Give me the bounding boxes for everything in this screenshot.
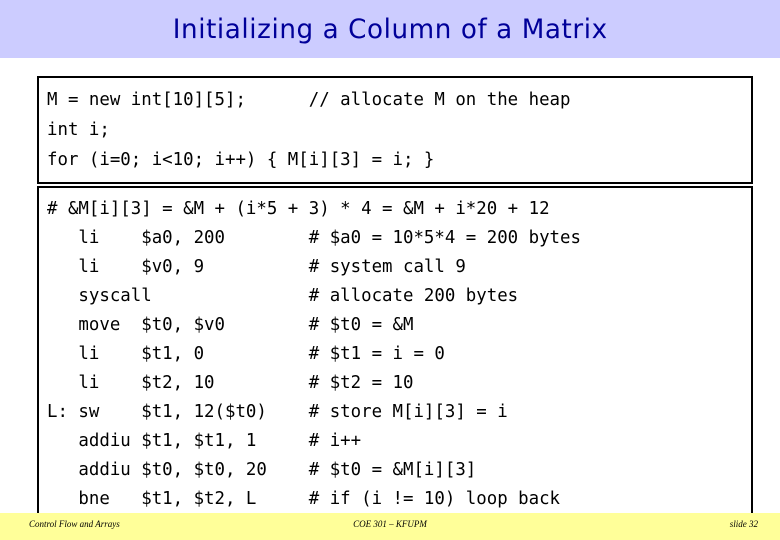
slide-footer: Control Flow and Arrays COE 301 – KFUPM … <box>0 513 780 540</box>
code-line: M = new int[10][5]; // allocate M on the… <box>47 90 571 110</box>
code-line: int i; <box>47 120 110 140</box>
c-code-block: M = new int[10][5]; // allocate M on the… <box>37 76 753 184</box>
footer-course-label: COE 301 – KFUPM <box>353 519 427 529</box>
footer-slide-number: slide 32 <box>729 519 758 529</box>
assembly-code-block: # &M[i][3] = &M + (i*5 + 3) * 4 = &M + i… <box>37 186 753 523</box>
code-line: li $a0, 200 # $a0 = 10*5*4 = 200 bytes <box>47 228 581 248</box>
code-line: li $t1, 0 # $t1 = i = 0 <box>47 344 445 364</box>
page-title: Initializing a Column of a Matrix <box>172 13 608 45</box>
code-line: for (i=0; i<10; i++) { M[i][3] = i; } <box>47 150 435 170</box>
code-line: # &M[i][3] = &M + (i*5 + 3) * 4 = &M + i… <box>47 199 550 219</box>
code-line: bne $t1, $t2, L # if (i != 10) loop back <box>47 489 561 509</box>
code-line: li $t2, 10 # $t2 = 10 <box>47 373 414 393</box>
code-line: move $t0, $v0 # $t0 = &M <box>47 315 414 335</box>
code-line: syscall # allocate 200 bytes <box>47 286 519 306</box>
code-line: addiu $t0, $t0, 20 # $t0 = &M[i][3] <box>47 460 477 480</box>
slide-title-banner: Initializing a Column of a Matrix <box>0 0 780 58</box>
code-line: L: sw $t1, 12($t0) # store M[i][3] = i <box>47 402 508 422</box>
code-line: li $v0, 9 # system call 9 <box>47 257 466 277</box>
code-line: addiu $t1, $t1, 1 # i++ <box>47 431 362 451</box>
